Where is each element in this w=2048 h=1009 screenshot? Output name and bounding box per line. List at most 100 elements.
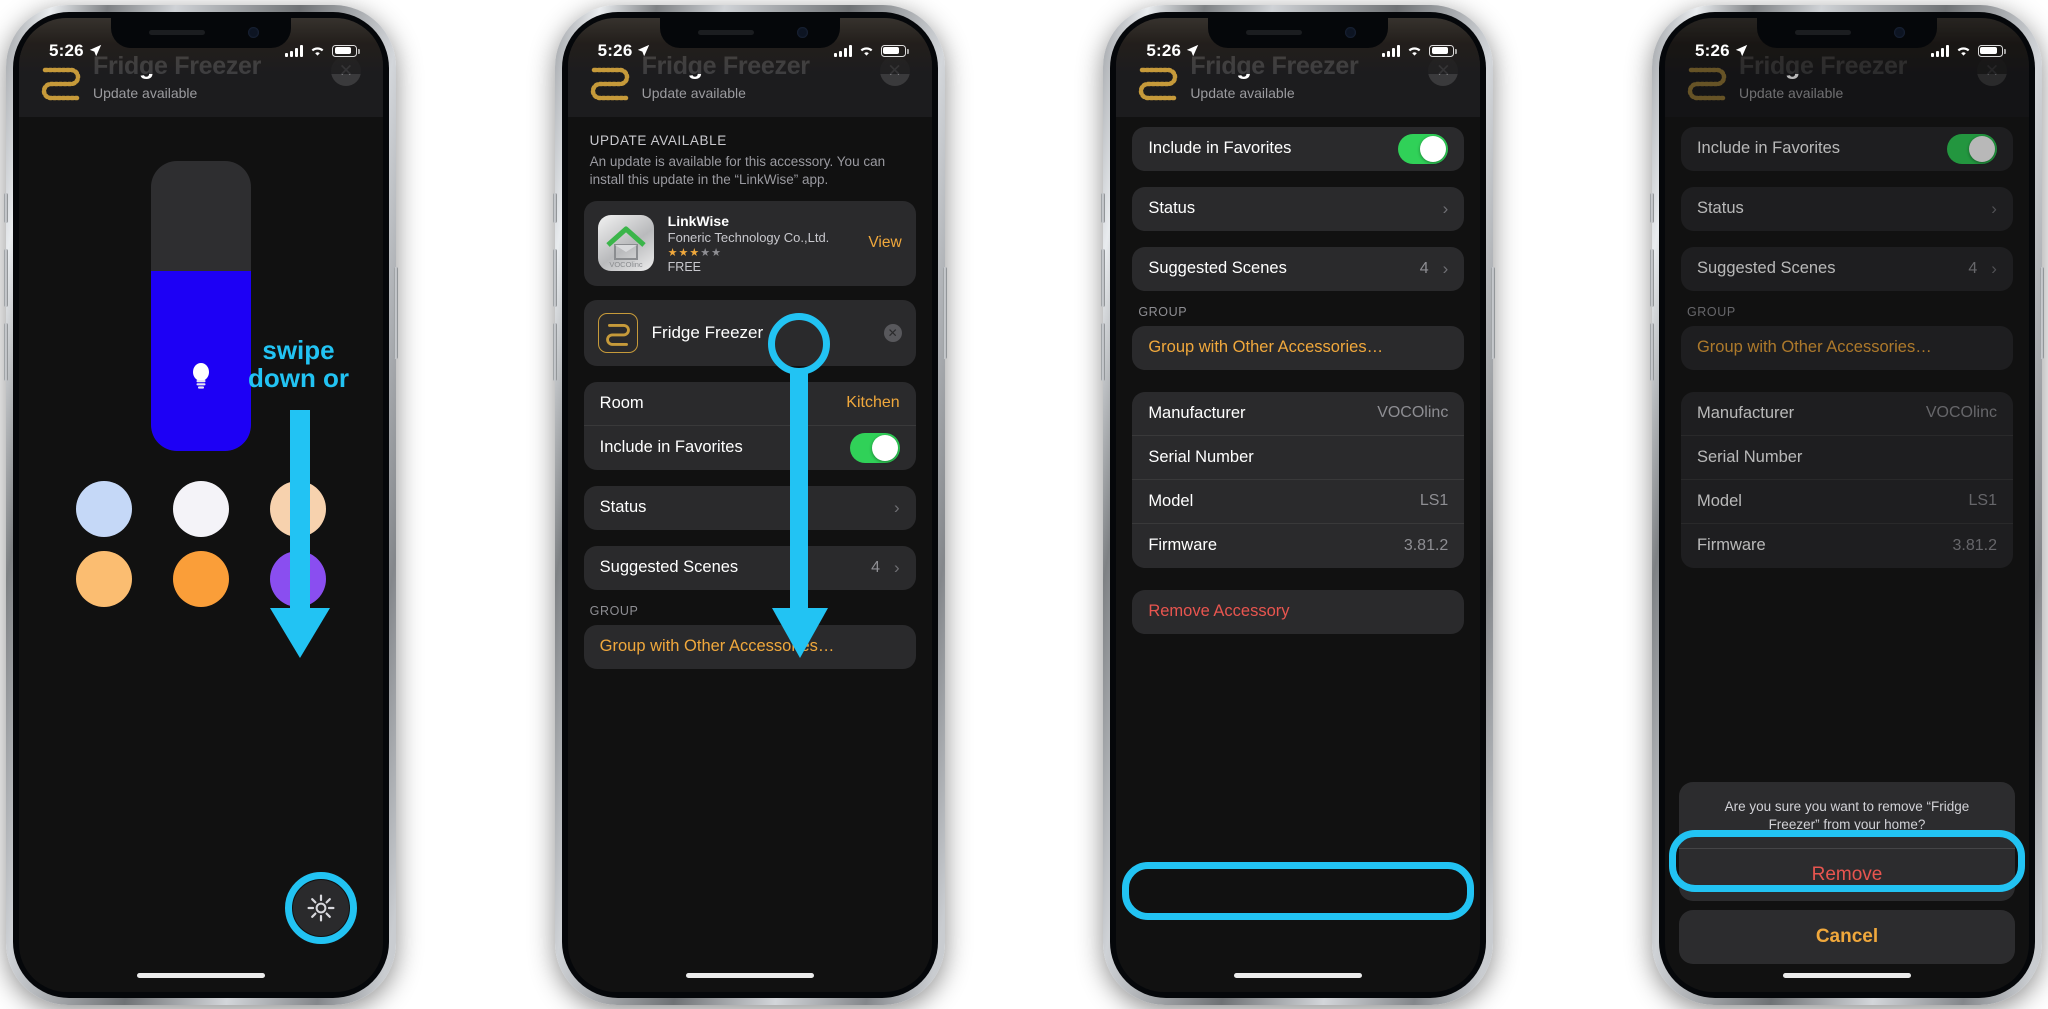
- wifi-icon: [1957, 47, 1970, 56]
- annotation-line-1: swipe: [262, 334, 335, 365]
- gear-icon[interactable]: [293, 879, 349, 936]
- cellular-signal-icon: [833, 44, 852, 57]
- row-remove-accessory[interactable]: Remove Accessory: [1132, 590, 1464, 634]
- info-row-value: VOCOlinc: [1377, 404, 1449, 421]
- favorites-card: Include in Favorites: [1680, 126, 2013, 171]
- star-icon: ★: [711, 246, 723, 259]
- notch: [111, 17, 291, 48]
- favorites-toggle[interactable]: [849, 432, 900, 463]
- row-group-action[interactable]: Group with Other Accessories…: [1132, 326, 1464, 370]
- app-developer: Foneric Technology Co.,Ltd.: [667, 229, 830, 245]
- group-card: Group with Other Accessories…: [583, 624, 916, 669]
- brightness-slider[interactable]: [151, 160, 251, 451]
- power-button[interactable]: [1491, 266, 1496, 359]
- screenshot-stage: 5:26 Update available swipe down or 5:26…: [0, 0, 2048, 1009]
- volume-down-button[interactable]: [1101, 322, 1106, 381]
- group-card: Group with Other Accessories…: [1680, 325, 2013, 370]
- favorites-toggle[interactable]: [1398, 133, 1449, 164]
- clear-icon[interactable]: ✕: [883, 323, 902, 342]
- notch: [1208, 17, 1389, 48]
- row-scenes-count: 4: [1968, 259, 1978, 277]
- wifi-icon: [311, 47, 324, 56]
- location-arrow-icon: [1186, 44, 1199, 57]
- annotation-circle-swipe-start: [767, 312, 830, 375]
- status-bar-right: [285, 44, 360, 57]
- favorites-toggle[interactable]: [1946, 133, 1997, 164]
- view-button[interactable]: View: [868, 234, 901, 252]
- swatch-white[interactable]: [172, 480, 229, 537]
- row-status-label: Status: [599, 498, 647, 517]
- swatch-purple[interactable]: [270, 550, 327, 607]
- mute-switch[interactable]: [1649, 192, 1654, 223]
- lightbulb-icon: [193, 362, 209, 389]
- row-room[interactable]: Room Kitchen: [583, 382, 916, 426]
- home-indicator[interactable]: [1234, 972, 1363, 978]
- home-indicator[interactable]: [685, 972, 814, 978]
- annotation-swipe-down: swipe down or: [236, 334, 361, 391]
- volume-down-button[interactable]: [552, 322, 557, 381]
- swatch-orange[interactable]: [172, 550, 229, 607]
- power-button[interactable]: [2039, 266, 2044, 359]
- row-status[interactable]: Status ›: [1132, 187, 1464, 231]
- row-include-in-favorites[interactable]: Include in Favorites: [584, 426, 916, 470]
- volume-up-button[interactable]: [552, 248, 557, 307]
- phone-3: 5:26 Update available Include in Favorit…: [1101, 4, 1496, 1005]
- phone-2-screen: 5:26 Update available UPDATE AVAILABLE A…: [567, 17, 932, 992]
- row-favorites-label: Include in Favorites: [599, 438, 743, 457]
- mute-switch[interactable]: [552, 192, 557, 223]
- status-bar-right: [833, 44, 909, 57]
- home-indicator[interactable]: [137, 972, 265, 978]
- row-status[interactable]: Status ›: [1681, 187, 2013, 231]
- row-group-action[interactable]: Group with Other Accessories…: [584, 625, 916, 669]
- row-scenes-label: Suggested Scenes: [1148, 259, 1287, 277]
- chevron-right-icon: ›: [893, 497, 900, 517]
- dialog-cancel-button[interactable]: Cancel: [1678, 909, 2015, 964]
- volume-up-button[interactable]: [1101, 248, 1106, 307]
- mute-switch[interactable]: [4, 192, 8, 223]
- group-action-label: Group with Other Accessories…: [1696, 338, 1932, 356]
- row-scenes-label: Suggested Scenes: [599, 558, 739, 577]
- info-row-label: Firmware: [1696, 536, 1766, 554]
- phone-2: 5:26 Update available UPDATE AVAILABLE A…: [552, 4, 947, 1005]
- home-indicator[interactable]: [1782, 972, 1911, 978]
- star-icon: ★: [667, 246, 679, 259]
- volume-down-button[interactable]: [4, 322, 8, 381]
- info-row-label: Manufacturer: [1696, 403, 1795, 422]
- chevron-right-icon: ›: [1442, 258, 1449, 278]
- volume-down-button[interactable]: [1649, 322, 1654, 381]
- remove-accessory-label: Remove Accessory: [1148, 602, 1290, 620]
- status-bar-left: 5:26: [598, 41, 651, 61]
- app-update-card[interactable]: VOCOlinc LinkWise Foneric Technology Co.…: [583, 200, 916, 286]
- status-bar-time: 5:26: [49, 40, 84, 60]
- cellular-signal-icon: [1930, 44, 1949, 57]
- front-camera: [1893, 26, 1905, 38]
- mute-switch[interactable]: [1101, 192, 1106, 223]
- annotation-highlight-remove-accessory: [1122, 861, 1475, 920]
- room-favorites-card: Room Kitchen Include in Favorites: [583, 381, 916, 470]
- info-row-label: Serial Number: [1696, 447, 1803, 466]
- row-suggested-scenes[interactable]: Suggested Scenes 4 ›: [1132, 247, 1464, 291]
- row-suggested-scenes[interactable]: Suggested Scenes 4 ›: [584, 546, 916, 590]
- power-button[interactable]: [942, 266, 947, 359]
- status-card: Status ›: [583, 485, 916, 530]
- battery-icon: [332, 44, 360, 57]
- location-arrow-icon: [1735, 44, 1747, 57]
- swatch-light-orange[interactable]: [75, 550, 132, 607]
- swatch-pale-blue[interactable]: [75, 480, 132, 537]
- row-include-in-favorites[interactable]: Include in Favorites: [1681, 127, 2013, 171]
- accessory-name-field[interactable]: Fridge Freezer ✕: [583, 299, 916, 366]
- notch: [659, 17, 840, 48]
- row-scenes-label: Suggested Scenes: [1696, 259, 1836, 277]
- row-suggested-scenes[interactable]: Suggested Scenes 4 ›: [1681, 247, 2013, 291]
- power-button[interactable]: [394, 266, 398, 359]
- row-group-action[interactable]: Group with Other Accessories…: [1681, 326, 2013, 370]
- volume-up-button[interactable]: [1649, 248, 1654, 307]
- table-row: Serial Number: [1132, 436, 1465, 480]
- chevron-right-icon: ›: [1991, 258, 1997, 278]
- suggested-scenes-card: Suggested Scenes 4 ›: [1132, 246, 1465, 291]
- row-include-in-favorites[interactable]: Include in Favorites: [1132, 127, 1464, 171]
- volume-up-button[interactable]: [4, 248, 8, 307]
- row-status[interactable]: Status ›: [584, 486, 916, 530]
- wifi-icon: [1408, 47, 1421, 56]
- swatch-peach[interactable]: [270, 480, 327, 537]
